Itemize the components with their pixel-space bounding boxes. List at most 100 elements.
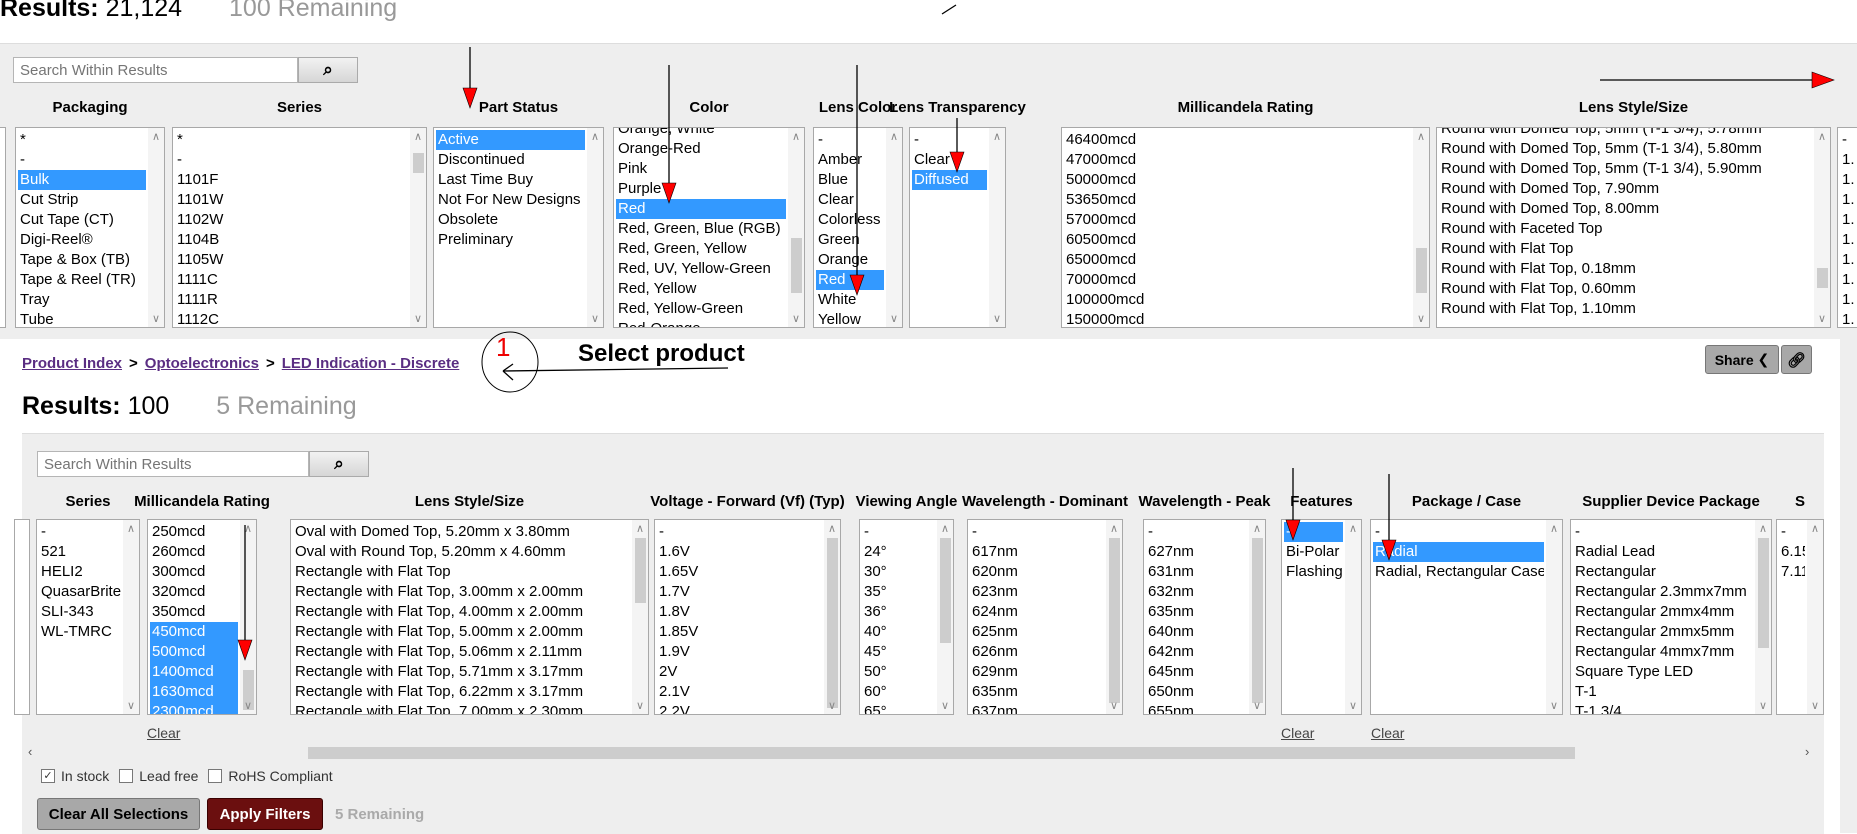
list-option[interactable]: Not For New Designs (436, 190, 585, 210)
listbox-scrollbar[interactable]: ∧ ∨ (937, 520, 953, 714)
list-option[interactable]: Bulk (18, 170, 146, 190)
listbox-scrollbar[interactable]: ∧ ∨ (410, 128, 426, 327)
list-option[interactable]: 70000mcd (1064, 270, 1411, 290)
list-option[interactable]: Rectangle with Flat Top, 5.00mm x 2.00mm (293, 622, 630, 642)
list-option[interactable]: Round with Faceted Top (1439, 219, 1812, 239)
scroll-up-icon[interactable]: ∧ (632, 522, 648, 535)
scroll-thumb[interactable] (413, 153, 424, 173)
list-option[interactable]: Oval with Domed Top, 5.20mm x 3.80mm (293, 522, 630, 542)
list-option[interactable]: 642nm (1146, 642, 1247, 662)
list-option[interactable]: Red, Green, Yellow (616, 239, 786, 259)
list-option[interactable]: 2.1V (657, 682, 822, 702)
list-option[interactable]: 57000mcd (1064, 210, 1411, 230)
list-option[interactable]: HELI2 (39, 562, 121, 582)
scroll-down-icon[interactable]: ∨ (788, 312, 804, 325)
scroll-thumb[interactable] (635, 538, 646, 603)
bottom-listbox-features[interactable]: - Bi-Polar Flashing ∧ ∨ (1281, 519, 1362, 715)
list-option[interactable]: Orange-Red (616, 139, 786, 159)
list-option[interactable]: Rectangle with Flat Top (293, 562, 630, 582)
list-option[interactable]: 450mcd (150, 622, 238, 642)
list-option[interactable]: Round with Domed Top, 7.90mm (1439, 179, 1812, 199)
list-option[interactable]: 1104B (175, 230, 408, 250)
list-option[interactable]: White (816, 290, 884, 310)
scroll-up-icon[interactable]: ∧ (937, 522, 953, 535)
rohs-checkbox[interactable]: RoHS Compliant (208, 768, 333, 784)
scroll-down-icon[interactable]: ∨ (1106, 699, 1122, 712)
list-option[interactable]: 1400mcd (150, 662, 238, 682)
list-option[interactable]: Active (436, 130, 585, 150)
list-option[interactable]: 1. (1840, 310, 1857, 327)
list-option[interactable]: 645nm (1146, 662, 1247, 682)
scroll-thumb[interactable] (827, 538, 838, 708)
list-option[interactable]: 1. (1840, 150, 1857, 170)
scroll-down-icon[interactable]: ∨ (148, 312, 164, 325)
list-option[interactable]: 40° (862, 622, 935, 642)
list-option[interactable]: Rectangular 2mmx5mm (1573, 622, 1753, 642)
top-listbox-millicandela-rating[interactable]: 46400mcd 47000mcd 50000mcd 53650mcd 57000mcd… (1061, 127, 1430, 328)
scroll-up-icon[interactable]: ∧ (1345, 522, 1361, 535)
list-option[interactable]: Red-Orange (616, 319, 786, 327)
list-option[interactable]: Tray (18, 290, 146, 310)
list-option[interactable]: 260mcd (150, 542, 238, 562)
list-option[interactable]: 631nm (1146, 562, 1247, 582)
list-option[interactable]: Radial Lead (1573, 542, 1753, 562)
list-option[interactable]: - (1146, 522, 1247, 542)
bottom-listbox-wavelength-dominant[interactable]: -617nm 620nm 623nm 624nm 625nm 626nm 629nm 635n… (967, 519, 1123, 715)
search-input[interactable] (37, 451, 309, 477)
list-option[interactable]: 623nm (970, 582, 1104, 602)
list-option[interactable]: 7.11m (1779, 562, 1805, 582)
list-option[interactable]: Rectangular 4mmx7mm (1573, 642, 1753, 662)
scroll-down-icon[interactable]: ∨ (1546, 699, 1562, 712)
list-option[interactable]: 53650mcd (1064, 190, 1411, 210)
list-option[interactable]: 60° (862, 682, 935, 702)
bottom-listbox-voltage-forward-vf-typ[interactable]: -1.6V 1.65V 1.7V 1.8V 1.85V 1.9V 2V 2.1V 2.2V ∧ ∨ (654, 519, 841, 715)
list-option[interactable]: WL-TMRC (39, 622, 121, 642)
list-option[interactable]: 1. (1840, 290, 1857, 310)
list-option[interactable]: 2V (657, 662, 822, 682)
list-option[interactable]: 1.65V (657, 562, 822, 582)
list-option[interactable]: 1102W (175, 210, 408, 230)
top-listbox-lens-style-size[interactable]: Round with Domed Top, 5mm (T-1 3/4), 5.7… (1436, 127, 1831, 328)
list-option[interactable]: Square Type LED (1573, 662, 1753, 682)
list-option[interactable]: Purple (616, 179, 786, 199)
list-option[interactable]: Cut Strip (18, 190, 146, 210)
scroll-up-icon[interactable]: ∧ (1249, 522, 1265, 535)
scroll-down-icon[interactable]: ∨ (1755, 699, 1771, 712)
list-option[interactable]: Colorless (816, 210, 884, 230)
list-option[interactable]: 500mcd (150, 642, 238, 662)
list-option[interactable]: Digi-Reel® (18, 230, 146, 250)
list-option[interactable]: 627nm (1146, 542, 1247, 562)
list-option[interactable]: Round with Domed Top, 5mm (T-1 3/4), 5.8… (1439, 139, 1812, 159)
listbox-scrollbar[interactable]: ∧ ∨ (1546, 520, 1562, 714)
list-option[interactable]: Rectangle with Flat Top, 6.22mm x 3.17mm (293, 682, 630, 702)
list-option[interactable]: Clear (912, 150, 987, 170)
clear-features[interactable]: Clear (1281, 725, 1314, 741)
scroll-down-icon[interactable]: ∨ (1814, 312, 1830, 325)
list-option[interactable]: SLI-343 (39, 602, 121, 622)
list-option[interactable]: 47000mcd (1064, 150, 1411, 170)
list-option[interactable]: - (862, 522, 935, 542)
lead-free-checkbox[interactable]: Lead free (119, 768, 198, 784)
list-option[interactable]: Tube (18, 310, 146, 327)
scrollbar-thumb[interactable] (308, 747, 1575, 759)
listbox-scrollbar[interactable]: ∧ ∨ (632, 520, 648, 714)
bottom-listbox-series[interactable]: -521 HELI2 QuasarBrite SLI-343 WL-TMRC ∧ ∨ (36, 519, 140, 715)
list-option[interactable]: - (816, 130, 884, 150)
list-option[interactable]: Green (816, 230, 884, 250)
list-option[interactable]: Round with Flat Top, 1.10mm (1439, 299, 1812, 319)
list-option[interactable]: Bi-Polar (1284, 542, 1343, 562)
breadcrumb-product-index[interactable]: Product Index (22, 355, 122, 372)
list-option[interactable]: 624nm (970, 602, 1104, 622)
list-option[interactable]: 1101F (175, 170, 408, 190)
list-option[interactable]: - (18, 150, 146, 170)
list-option[interactable]: 65000mcd (1064, 250, 1411, 270)
list-option[interactable]: Round with Flat Top, 0.60mm (1439, 279, 1812, 299)
list-option[interactable]: - (1284, 522, 1343, 542)
scroll-up-icon[interactable]: ∧ (989, 130, 1005, 143)
listbox-scrollbar[interactable]: ∧ ∨ (240, 520, 256, 714)
list-option[interactable]: 1101W (175, 190, 408, 210)
scroll-up-icon[interactable]: ∧ (587, 130, 603, 143)
list-option[interactable]: 50° (862, 662, 935, 682)
scroll-up-icon[interactable]: ∧ (148, 130, 164, 143)
list-option[interactable]: Radial, Rectangular Case (1373, 562, 1544, 582)
